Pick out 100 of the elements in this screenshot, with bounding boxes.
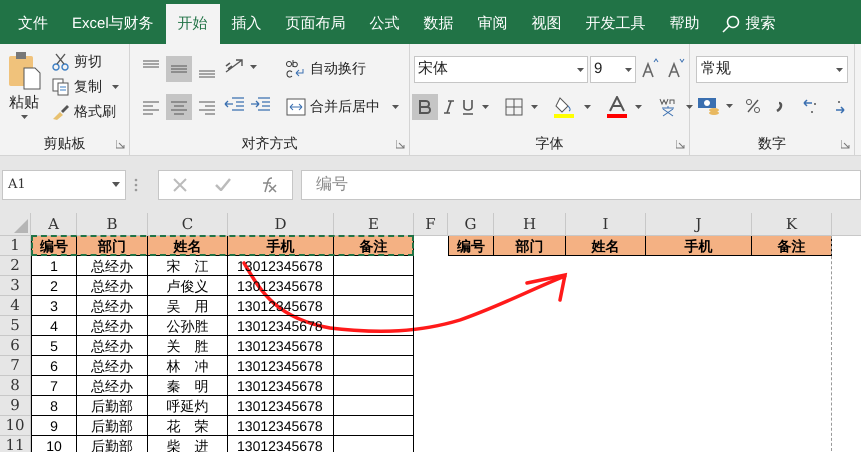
dialog-launcher-icon[interactable]: [676, 140, 685, 149]
ribbon-tab[interactable]: 开始: [166, 4, 220, 44]
table-header-cell: 手机: [646, 236, 752, 256]
borders-icon[interactable]: [505, 98, 523, 116]
row-header[interactable]: 1: [0, 236, 31, 256]
row-header[interactable]: 7: [0, 356, 31, 376]
wrap-text-button[interactable]: 自动换行: [286, 58, 366, 79]
table-cell: 呼延灼: [148, 396, 228, 416]
ribbon-tab[interactable]: 视图: [520, 4, 574, 44]
table-cell: 后勤部: [77, 396, 148, 416]
decrease-font-size-icon[interactable]: [668, 58, 686, 78]
row-header[interactable]: 9: [0, 396, 31, 416]
row-header[interactable]: 8: [0, 376, 31, 396]
table-cell: 6: [31, 356, 77, 376]
table-cell: 10: [31, 436, 77, 452]
italic-icon[interactable]: [444, 100, 454, 114]
column-header[interactable]: J: [646, 213, 752, 236]
dropdown-caret-icon: [112, 84, 119, 88]
bold-button[interactable]: [412, 94, 438, 120]
ribbon-tab[interactable]: 审阅: [466, 4, 520, 44]
increase-font-size-icon[interactable]: [642, 58, 660, 78]
table-cell: 9: [31, 416, 77, 436]
dialog-launcher-icon[interactable]: [396, 140, 405, 149]
column-header[interactable]: G: [448, 213, 494, 236]
underline-icon[interactable]: [462, 99, 474, 115]
dropdown-caret-icon: [531, 105, 538, 109]
ribbon-tab[interactable]: 文件: [6, 4, 60, 44]
ribbon-tab[interactable]: 开发工具: [574, 4, 658, 44]
font-name-field[interactable]: 宋体: [414, 56, 588, 83]
dropdown-caret-icon: [482, 105, 489, 109]
search-button[interactable]: 搜索: [712, 4, 786, 44]
ribbon-tab[interactable]: 页面布局: [274, 4, 358, 44]
column-header[interactable]: C: [148, 213, 228, 236]
table-cell: 林 冲: [148, 356, 228, 376]
row-header[interactable]: 4: [0, 296, 31, 316]
dialog-launcher-icon[interactable]: [841, 140, 850, 149]
ribbon-tab[interactable]: 公式: [358, 4, 412, 44]
column-header[interactable]: E: [334, 213, 414, 236]
column-header[interactable]: F: [414, 213, 448, 236]
ribbon-tab[interactable]: 数据: [412, 4, 466, 44]
table-cell: 总经办: [77, 296, 148, 316]
table-cell: 13012345678: [228, 316, 334, 336]
table-cell: 1: [31, 256, 77, 276]
table-cell: 13012345678: [228, 376, 334, 396]
row-header[interactable]: 5: [0, 316, 31, 336]
currency-icon[interactable]: [698, 96, 720, 116]
column-header[interactable]: K: [752, 213, 832, 236]
table-cell: 总经办: [77, 356, 148, 376]
merge-center-button[interactable]: 合并后居中: [286, 96, 399, 117]
column-header[interactable]: B: [77, 213, 148, 236]
font-size-field[interactable]: 9: [590, 56, 636, 83]
font-color-icon[interactable]: [607, 96, 627, 118]
row-header[interactable]: 10: [0, 416, 31, 436]
name-box[interactable]: A1: [2, 170, 126, 200]
column-header[interactable]: D: [228, 213, 334, 236]
cut-button[interactable]: 剪切: [52, 51, 119, 72]
format-painter-button[interactable]: 格式刷: [52, 101, 119, 122]
ribbon-tab[interactable]: 帮助: [658, 4, 712, 44]
fill-color-icon[interactable]: [554, 96, 576, 118]
paste-button[interactable]: 粘贴: [4, 50, 44, 130]
dropdown-caret-icon: [836, 68, 843, 72]
vertical-align-button[interactable]: [166, 56, 192, 82]
bold-icon: [419, 100, 431, 114]
column-header[interactable]: H: [494, 213, 566, 236]
table-header-cell: 姓名: [566, 236, 646, 256]
table-header-cell: 手机: [228, 236, 334, 256]
row-header[interactable]: 3: [0, 276, 31, 296]
table-cell: 13012345678: [228, 336, 334, 356]
text-align-icon: [143, 99, 159, 115]
ribbon-tab[interactable]: 插入: [220, 4, 274, 44]
ribbon-tab[interactable]: Excel与财务: [60, 4, 166, 44]
column-header[interactable]: I: [566, 213, 646, 236]
dialog-launcher-icon[interactable]: [116, 140, 125, 149]
vertical-align-icon: [199, 70, 215, 78]
row-header[interactable]: 2: [0, 256, 31, 276]
row-header[interactable]: 11: [0, 436, 31, 452]
paintbrush-icon: [52, 102, 70, 120]
formula-input[interactable]: 编号: [301, 170, 861, 200]
table-cell: 总经办: [77, 336, 148, 356]
drag-handle-icon[interactable]: [134, 178, 138, 192]
horizontal-align-button[interactable]: [166, 94, 192, 120]
table-header-cell: 部门: [77, 236, 148, 256]
table-cell: 总经办: [77, 276, 148, 296]
number-format-field[interactable]: 常规: [696, 56, 848, 83]
table-cell: 总经办: [77, 316, 148, 336]
copy-button[interactable]: 复制: [52, 76, 119, 97]
dropdown-caret-icon: [584, 105, 591, 109]
row-header[interactable]: 6: [0, 336, 31, 356]
table-header-cell: 姓名: [148, 236, 228, 256]
dropdown-caret-icon: [726, 104, 733, 108]
checkmark-icon[interactable]: [215, 178, 232, 191]
dropdown-caret-icon: [250, 65, 257, 69]
column-header[interactable]: A: [31, 213, 77, 236]
dropdown-caret-icon: [20, 114, 28, 118]
table-cell: 吴 用: [148, 296, 228, 316]
table-cell: 公孙胜: [148, 316, 228, 336]
percent-icon[interactable]: [745, 98, 761, 114]
comma-icon[interactable]: [775, 99, 783, 113]
table-cell: 总经办: [77, 376, 148, 396]
table-cell: 13012345678: [228, 416, 334, 436]
